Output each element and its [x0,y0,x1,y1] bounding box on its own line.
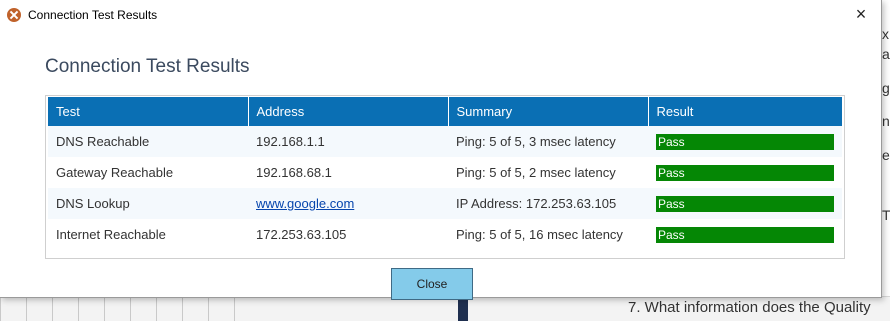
window-title: Connection Test Results [28,8,158,22]
pass-badge: Pass [656,226,834,243]
table-row: Internet Reachable 172.253.63.105 Ping: … [48,219,842,250]
column-header-result: Result [648,97,842,126]
bg-letter: x [882,26,889,42]
table-row: DNS Reachable 192.168.1.1 Ping: 5 of 5, … [48,126,842,157]
cell-test: Internet Reachable [56,227,166,242]
connection-test-dialog: Connection Test Results × Connection Tes… [0,0,882,300]
cell-result: Pass [648,126,842,157]
table-row: Gateway Reachable 192.168.68.1 Ping: 5 o… [48,157,842,188]
pass-badge: Pass [656,133,834,150]
close-button[interactable]: Close [391,268,473,300]
page-title: Connection Test Results [45,56,250,77]
background-grid [0,297,245,321]
table-row: DNS Lookup www.google.com IP Address: 17… [48,188,842,219]
app-icon [7,8,21,22]
cell-test: DNS Lookup [48,188,248,219]
column-header-summary: Summary [448,97,649,126]
pass-badge: Pass [656,164,834,181]
background-document-right-edge: x a g n e T [882,0,890,321]
cell-result: Pass [648,219,842,250]
bg-letter: a [882,46,890,62]
cell-summary: Ping: 5 of 5, 2 msec latency [456,165,616,180]
background-question-text: 7. What information does the Quality [628,299,871,316]
column-header-test: Test [48,97,249,126]
cell-result: Pass [648,188,842,219]
table-header-row: Test Address Summary Result [48,97,842,126]
bg-letter: T [882,207,890,223]
cell-address: 172.253.63.105 [256,227,347,242]
bg-letter: g [882,80,890,96]
cell-address: www.google.com [248,188,448,219]
bg-letter: n [882,113,890,129]
close-icon[interactable]: × [851,4,871,24]
cell-summary: Ping: 5 of 5, 3 msec latency [448,126,648,157]
title-bar: Connection Test Results × [0,0,881,30]
bg-letter: e [882,147,890,163]
column-header-address: Address [248,97,449,126]
results-table: Test Address Summary Result DNS Reachabl… [48,97,842,250]
cell-test: Gateway Reachable [56,165,174,180]
cell-summary: Ping: 5 of 5, 16 msec latency [456,227,623,242]
pass-badge: Pass [656,195,834,212]
cell-test: DNS Reachable [48,126,248,157]
address-link[interactable]: www.google.com [256,196,354,211]
results-table-frame: Test Address Summary Result DNS Reachabl… [45,95,845,259]
background-bar [458,297,468,321]
cell-result: Pass [648,157,842,188]
cell-address: 192.168.1.1 [248,126,448,157]
cell-address: 192.168.68.1 [256,165,332,180]
cell-summary: IP Address: 172.253.63.105 [448,188,648,219]
